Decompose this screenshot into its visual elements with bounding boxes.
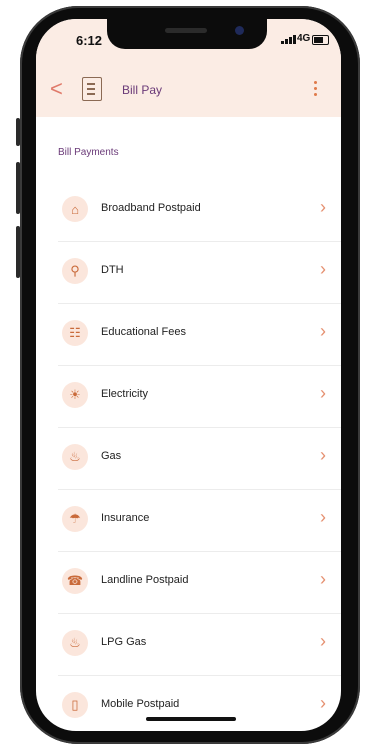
chevron-left-icon[interactable]: <	[50, 78, 63, 100]
chevron-right-icon: ›	[320, 569, 326, 589]
icon-glyph: ⌂	[71, 201, 79, 217]
book-icon: ☷	[62, 320, 88, 346]
battery-icon	[312, 35, 329, 45]
list-item[interactable]: ♨ Gas ›	[58, 428, 341, 490]
chevron-right-icon: ›	[320, 631, 326, 651]
list-item[interactable]: ☷ Educational Fees ›	[58, 304, 341, 366]
list-item-label: LPG Gas	[101, 636, 147, 648]
signal-icon	[281, 34, 296, 44]
list-item[interactable]: ☎ Landline Postpaid ›	[58, 552, 341, 614]
status-bar: 6:12 4G	[36, 19, 341, 63]
icon-glyph: ⚲	[70, 263, 80, 278]
icon-glyph: ☂	[69, 511, 81, 526]
app-header: < Bill Pay	[36, 63, 341, 117]
front-camera	[235, 26, 244, 35]
biller-list: ⌂ Broadband Postpaid › ⚲ DTH › ☷ Educational Fe…	[58, 180, 341, 731]
icon-glyph: ▯	[71, 697, 79, 712]
status-time: 6:12	[76, 33, 103, 48]
chevron-right-icon: ›	[320, 693, 326, 713]
bill-document-icon	[82, 77, 102, 101]
list-item[interactable]: ☀ Electricity ›	[58, 366, 341, 428]
icon-glyph: ☷	[69, 325, 81, 340]
router-icon: ⌂	[62, 196, 88, 222]
chevron-right-icon: ›	[320, 507, 326, 527]
list-item-label: Educational Fees	[101, 326, 186, 338]
icon-glyph: ☀	[69, 387, 81, 402]
chevron-right-icon: ›	[320, 321, 326, 341]
umbrella-icon: ☂	[62, 506, 88, 532]
network-type: 4G	[297, 33, 311, 44]
list-item[interactable]: ♨ LPG Gas ›	[58, 614, 341, 676]
list-item-label: Insurance	[101, 512, 150, 524]
satellite-dish-icon: ⚲	[62, 258, 88, 284]
list-item[interactable]: ▯ Mobile Postpaid ›	[58, 676, 341, 731]
notch	[107, 19, 267, 49]
icon-glyph: ♨	[69, 449, 81, 464]
list-item-label: Gas	[101, 450, 122, 462]
page-title: Bill Pay	[122, 83, 163, 97]
lightbulb-icon: ☀	[62, 382, 88, 408]
flame-icon: ♨	[62, 630, 88, 656]
list-item-label: Electricity	[101, 388, 149, 400]
icon-glyph: ♨	[69, 635, 81, 650]
list-item-label: Mobile Postpaid	[101, 698, 180, 710]
telephone-icon: ☎	[62, 568, 88, 594]
icon-glyph: ☎	[66, 573, 84, 588]
chevron-right-icon: ›	[320, 383, 326, 403]
more-vertical-icon[interactable]	[314, 81, 318, 97]
speaker-grille	[165, 28, 207, 33]
section-title: Bill Payments	[58, 147, 119, 158]
chevron-right-icon: ›	[320, 197, 326, 217]
list-item-label: Broadband Postpaid	[101, 202, 201, 214]
phone-screen: 6:12 4G < Bill Pay Bill Payments ⌂ Broadb…	[36, 19, 341, 731]
list-item[interactable]: ☂ Insurance ›	[58, 490, 341, 552]
flame-icon: ♨	[62, 444, 88, 470]
list-item-label: DTH	[101, 264, 124, 276]
chevron-right-icon: ›	[320, 445, 326, 465]
home-indicator[interactable]	[146, 717, 236, 721]
list-item-label: Landline Postpaid	[101, 574, 189, 586]
list-item[interactable]: ⚲ DTH ›	[58, 242, 341, 304]
chevron-right-icon: ›	[320, 259, 326, 279]
mobile-icon: ▯	[62, 692, 88, 718]
list-item[interactable]: ⌂ Broadband Postpaid ›	[58, 180, 341, 242]
